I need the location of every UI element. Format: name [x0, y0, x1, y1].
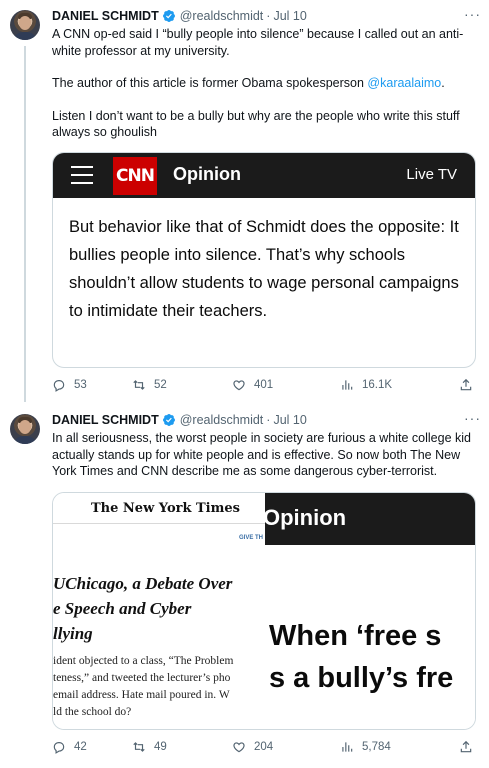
reply-button[interactable]: 53: [52, 378, 132, 392]
cnn-screenshot: Opinion When ‘free s s a bully’s fre: [265, 493, 475, 729]
retweet-count: 52: [154, 379, 167, 391]
verified-badge-icon: [162, 10, 175, 22]
views-count: 16.1K: [362, 379, 393, 391]
share-icon[interactable]: [459, 378, 473, 392]
retweet-button[interactable]: 49: [132, 740, 232, 754]
headline-line: s a bully’s fre: [269, 662, 454, 694]
live-tv-label: Live TV: [406, 166, 457, 183]
nyt-summary: ident objected to a class, “The Problem …: [53, 653, 265, 721]
author-handle[interactable]: @realdschmidt: [180, 9, 264, 23]
author-handle[interactable]: @realdschmidt: [180, 413, 264, 427]
author-name[interactable]: DANIEL SCHMIDT: [52, 9, 159, 23]
cnn-logo: CNN: [113, 157, 157, 195]
section-label: Opinion: [265, 505, 347, 530]
timestamp[interactable]: Jul 10: [273, 413, 306, 427]
like-icon: [233, 742, 245, 753]
tweet-actions: 42 49 204 5,784: [52, 738, 479, 756]
hamburger-menu-icon: [71, 166, 93, 184]
like-icon: [233, 380, 245, 391]
retweet-count: 49: [154, 741, 167, 753]
views-button[interactable]: 16.1K: [340, 378, 440, 392]
avatar[interactable]: [10, 414, 40, 444]
tweet-paragraph: A CNN op-ed said I “bully people into si…: [52, 27, 464, 58]
headline-line: llying: [53, 624, 93, 643]
cnn-header-bar: Opinion: [265, 493, 475, 545]
nyt-logo: The New York Times: [91, 501, 240, 516]
tweet-header: DANIEL SCHMIDT @realdschmidt · Jul 10: [52, 410, 479, 430]
tweet-paragraph: Listen I don’t want to be a bully but wh…: [52, 108, 460, 140]
headline-line: UChicago, a Debate Over: [53, 574, 233, 593]
cnn-headline: When ‘free s s a bully’s fre: [269, 615, 453, 699]
tweet-1[interactable]: DANIEL SCHMIDT @realdschmidt · Jul 10 ··…: [0, 6, 489, 402]
avatar[interactable]: [10, 10, 40, 40]
timestamp[interactable]: Jul 10: [273, 9, 306, 23]
media-card[interactable]: The New York Times GIVE TH UChicago, a D…: [52, 492, 476, 730]
reply-icon: [53, 380, 65, 392]
give-link: GIVE TH: [239, 535, 264, 541]
tweet-text-span: The author of this article is former Oba…: [52, 76, 368, 90]
author-name[interactable]: DANIEL SCHMIDT: [52, 413, 159, 427]
views-icon: [342, 380, 353, 390]
divider: [53, 523, 265, 524]
like-count: 401: [254, 379, 274, 391]
reply-count: 53: [74, 379, 87, 391]
summary-line: ident objected to a class, “The Problem: [53, 655, 234, 667]
reply-count: 42: [74, 741, 87, 753]
summary-line: email address. Hate mail poured in. W: [53, 689, 230, 701]
tweet-text-span: .: [441, 76, 445, 90]
verified-badge-icon: [162, 414, 175, 426]
like-button[interactable]: 401: [232, 378, 340, 392]
views-count: 5,784: [362, 741, 391, 753]
headline-line: e Speech and Cyber: [53, 599, 192, 618]
retweet-button[interactable]: 52: [132, 378, 232, 392]
thread-line: [24, 46, 26, 402]
tweet-text: In all seriousness, the worst people in …: [52, 431, 471, 478]
separator: ·: [266, 9, 271, 23]
summary-line: teness,” and tweeted the lecturer’s pho: [53, 672, 231, 684]
reply-button[interactable]: 42: [52, 740, 132, 754]
retweet-icon: [133, 742, 145, 752]
tweet-text: A CNN op-ed said I “bully people into si…: [52, 26, 477, 157]
like-button[interactable]: 204: [232, 740, 340, 754]
retweet-icon: [133, 380, 145, 390]
cnn-header-bar: CNN Opinion Live TV: [53, 153, 475, 198]
nyt-headline: UChicago, a Debate Over e Speech and Cyb…: [53, 571, 265, 646]
views-button[interactable]: 5,784: [340, 740, 440, 754]
views-icon: [342, 742, 353, 752]
mention-link[interactable]: @karaalaimo: [367, 76, 441, 90]
headline-line: When ‘free s: [269, 620, 442, 652]
like-count: 204: [254, 741, 274, 753]
reply-icon: [53, 742, 65, 754]
section-label: Opinion: [173, 164, 241, 184]
share-icon[interactable]: [459, 740, 473, 754]
summary-line: ld the school do?: [53, 706, 132, 718]
article-quote: But behavior like that of Schmidt does t…: [69, 218, 459, 320]
tweet-header: DANIEL SCHMIDT @realdschmidt · Jul 10: [52, 6, 479, 26]
tweet-2[interactable]: DANIEL SCHMIDT @realdschmidt · Jul 10 ··…: [0, 410, 489, 768]
more-options-button[interactable]: ···: [464, 6, 481, 22]
nyt-screenshot: The New York Times GIVE TH UChicago, a D…: [53, 493, 265, 729]
media-card[interactable]: CNN Opinion Live TV But behavior like th…: [52, 152, 476, 368]
tweet-paragraph: The author of this article is former Oba…: [52, 75, 477, 92]
tweet-actions: 53 52 401 16.1K: [52, 376, 479, 394]
more-options-button[interactable]: ···: [464, 410, 481, 426]
separator: ·: [266, 413, 271, 427]
